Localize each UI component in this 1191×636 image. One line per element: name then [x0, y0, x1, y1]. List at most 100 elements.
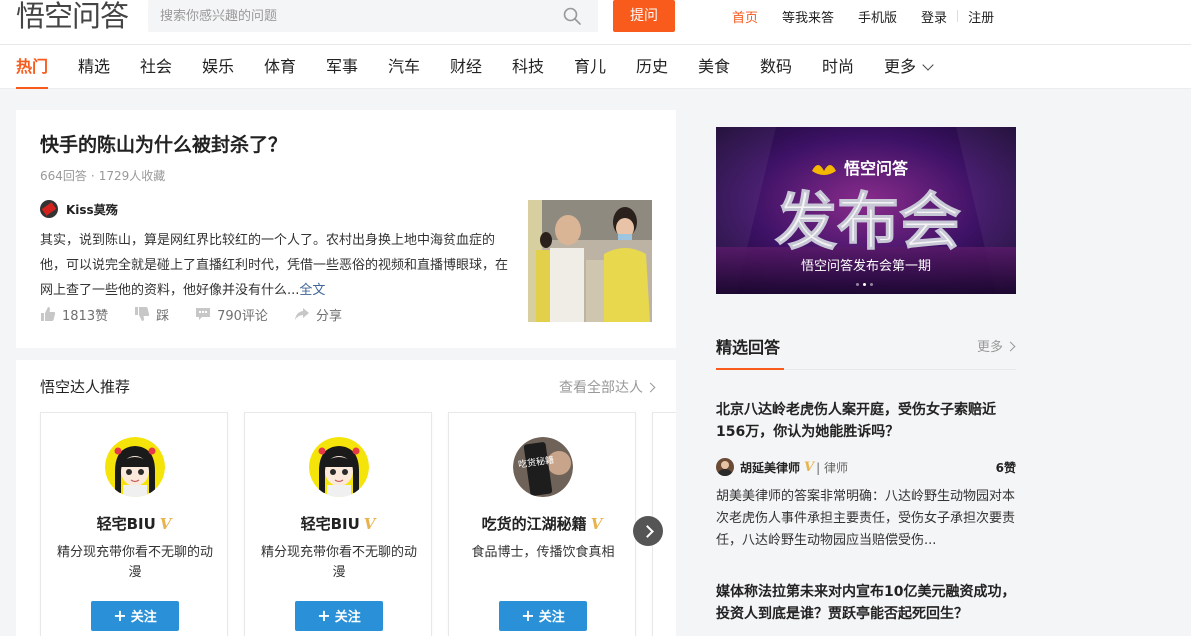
expert-name[interactable]: 吃货的江湖秘籍 V: [449, 513, 635, 534]
category-military[interactable]: 军事: [326, 45, 358, 89]
expert-description: 精分现充带你看不无聊的动漫: [260, 545, 417, 580]
expert-name-text: 轻宅BIU: [96, 515, 156, 533]
search-box[interactable]: [148, 0, 598, 32]
meta-dot: ·: [90, 169, 95, 183]
expert-card[interactable]: 吃货秘籍 吃货的江湖秘籍 V 食品博士，传播饮食真相 + 关注: [448, 412, 636, 636]
answer-author[interactable]: Kiss莫殇: [40, 200, 118, 218]
author-name[interactable]: Kiss莫殇: [66, 201, 118, 218]
banner-caption: 悟空问答发布会第一期: [800, 259, 931, 274]
expert-card[interactable]: 轻宅BIU V 精分现充带你看不无聊的动漫 + 关注: [40, 412, 228, 636]
pagination-dot[interactable]: [870, 283, 873, 286]
expert-name-text: 轻宅BIU: [300, 515, 360, 533]
answer-excerpt[interactable]: 其实，说到陈山，算是网红界比较红的一个人了。农村出身换上地中海贫血症的他，可以说…: [40, 228, 510, 303]
banner-logo-text: 悟空问答: [844, 159, 909, 178]
category-society[interactable]: 社会: [140, 45, 172, 89]
view-all-label: 查看全部达人: [559, 380, 643, 396]
category-fashion[interactable]: 时尚: [822, 45, 854, 89]
author-role: | 律师: [816, 460, 848, 475]
expert-name-text: 吃货的江湖秘籍: [481, 515, 587, 533]
nav-divider: [957, 10, 959, 22]
category-food[interactable]: 美食: [698, 45, 730, 89]
view-all-experts-link[interactable]: 查看全部达人: [559, 377, 656, 397]
question-title[interactable]: 快手的陈山为什么被封杀了？: [40, 130, 287, 157]
thumbs-down-icon: [135, 307, 150, 321]
featured-title: 精选回答: [716, 338, 781, 357]
like-button[interactable]: 1813赞: [40, 305, 108, 324]
category-sports[interactable]: 体育: [264, 45, 296, 89]
pagination-dot-active[interactable]: [863, 283, 866, 286]
follow-label: 关注: [130, 610, 157, 625]
like-count: 6赞: [995, 461, 1016, 475]
nav-home[interactable]: 首页: [732, 7, 758, 26]
expert-card[interactable]: 轻宅BIU V 精分现充带你看不无聊的动漫 + 关注: [244, 412, 432, 636]
category-tech[interactable]: 科技: [512, 45, 544, 89]
ask-question-button[interactable]: 提问: [613, 0, 675, 32]
follow-button[interactable]: + 关注: [91, 601, 179, 631]
plus-icon: +: [521, 606, 535, 625]
avatar[interactable]: [40, 200, 58, 218]
carousel-next-button[interactable]: [633, 516, 663, 546]
chevron-down-icon: [922, 59, 934, 71]
expert-description: 精分现充带你看不无聊的动漫: [56, 545, 213, 580]
like-count: 1813赞: [62, 308, 109, 324]
top-nav: 首页 等我来答 手机版 登录 注册: [732, 0, 994, 32]
pagination-dot[interactable]: [856, 283, 859, 286]
expert-name[interactable]: 轻宅BIU V: [245, 513, 431, 534]
avatar[interactable]: [105, 437, 165, 497]
site-logo[interactable]: 悟空问答: [16, 0, 129, 33]
nav-register[interactable]: 注册: [968, 7, 994, 26]
featured-answer-excerpt[interactable]: 胡美美律师的答案非常明确：八达岭野生动物园对本次老虎伤人事件承担主要责任，受伤女…: [716, 486, 1016, 552]
nav-login[interactable]: 登录: [921, 7, 947, 26]
question-card: 快手的陈山为什么被封杀了？ 664回答 · 1729人收藏 Kiss莫殇 其实，说到…: [16, 110, 676, 348]
verified-icon: V: [159, 515, 172, 533]
avatar[interactable]: [309, 437, 369, 497]
avatar[interactable]: 吃货秘籍: [513, 437, 573, 497]
category-entertainment[interactable]: 娱乐: [202, 45, 234, 89]
nav-mobile[interactable]: 手机版: [858, 7, 897, 26]
featured-answer-item: 媒体称法拉第未来对内宣布10亿美元融资成功，投资人到底是谁？贾跃亭能否起死回生？: [716, 581, 1016, 625]
comment-button[interactable]: 790评论: [195, 305, 268, 324]
answer-thumbnail[interactable]: [528, 200, 652, 322]
follow-button[interactable]: + 关注: [295, 601, 383, 631]
nav-wait-answer[interactable]: 等我来答: [782, 7, 834, 26]
featured-question-title[interactable]: 北京八达岭老虎伤人案开庭，受伤女子索赔近156万，你认为她能胜诉吗？: [716, 399, 1016, 443]
expert-name[interactable]: 轻宅BIU V: [41, 513, 227, 534]
search-icon[interactable]: [562, 6, 582, 26]
share-button[interactable]: 分享: [294, 305, 342, 324]
category-featured[interactable]: 精选: [78, 45, 110, 89]
featured-more-link[interactable]: 更多: [977, 336, 1016, 355]
category-more[interactable]: 更多: [884, 45, 934, 89]
plus-icon: +: [113, 606, 127, 625]
category-digital[interactable]: 数码: [760, 45, 792, 89]
category-history[interactable]: 历史: [636, 45, 668, 89]
anime-girl-avatar: [309, 437, 369, 497]
dislike-button[interactable]: 踩: [134, 305, 169, 324]
follow-label: 关注: [334, 610, 361, 625]
featured-question-title[interactable]: 媒体称法拉第未来对内宣布10亿美元融资成功，投资人到底是谁？贾跃亭能否起死回生？: [716, 581, 1016, 625]
category-hot[interactable]: 热门: [16, 45, 49, 89]
question-meta: 664回答 · 1729人收藏: [40, 167, 165, 184]
thumbnail-image: [528, 200, 652, 322]
expert-description: 食品博士，传播饮食真相: [471, 545, 615, 560]
category-parenting[interactable]: 育儿: [574, 45, 606, 89]
avatar[interactable]: [716, 458, 734, 476]
chevron-right-icon: [1005, 341, 1016, 352]
read-full-link[interactable]: 全文: [299, 283, 325, 298]
featured-answer-item: 北京八达岭老虎伤人案开庭，受伤女子索赔近156万，你认为她能胜诉吗？ 胡延美律师…: [716, 399, 1016, 552]
featured-answer-author: 胡延美律师 V | 律师 6赞: [716, 457, 1016, 477]
answer-actions: 1813赞 踩 790评论 分享: [40, 304, 368, 324]
comment-icon: [196, 308, 211, 320]
author-name[interactable]: 胡延美律师: [740, 459, 800, 476]
favorite-count: 1729人收藏: [98, 169, 166, 183]
search-input[interactable]: [158, 4, 558, 28]
anime-girl-avatar: [105, 437, 165, 497]
category-auto[interactable]: 汽车: [388, 45, 420, 89]
category-finance[interactable]: 财经: [450, 45, 482, 89]
promo-banner[interactable]: 悟空问答 发布会 悟空问答发布会第一期: [716, 127, 1016, 294]
comment-count: 790评论: [217, 308, 268, 324]
chevron-right-icon: [645, 382, 656, 393]
experts-title: 悟空达人推荐: [40, 378, 131, 396]
excerpt-text: 其实，说到陈山，算是网红界比较红的一个人了。农村出身换上地中海贫血症的他，可以说…: [40, 233, 509, 298]
banner-pagination: [856, 283, 873, 286]
follow-button[interactable]: + 关注: [499, 601, 587, 631]
